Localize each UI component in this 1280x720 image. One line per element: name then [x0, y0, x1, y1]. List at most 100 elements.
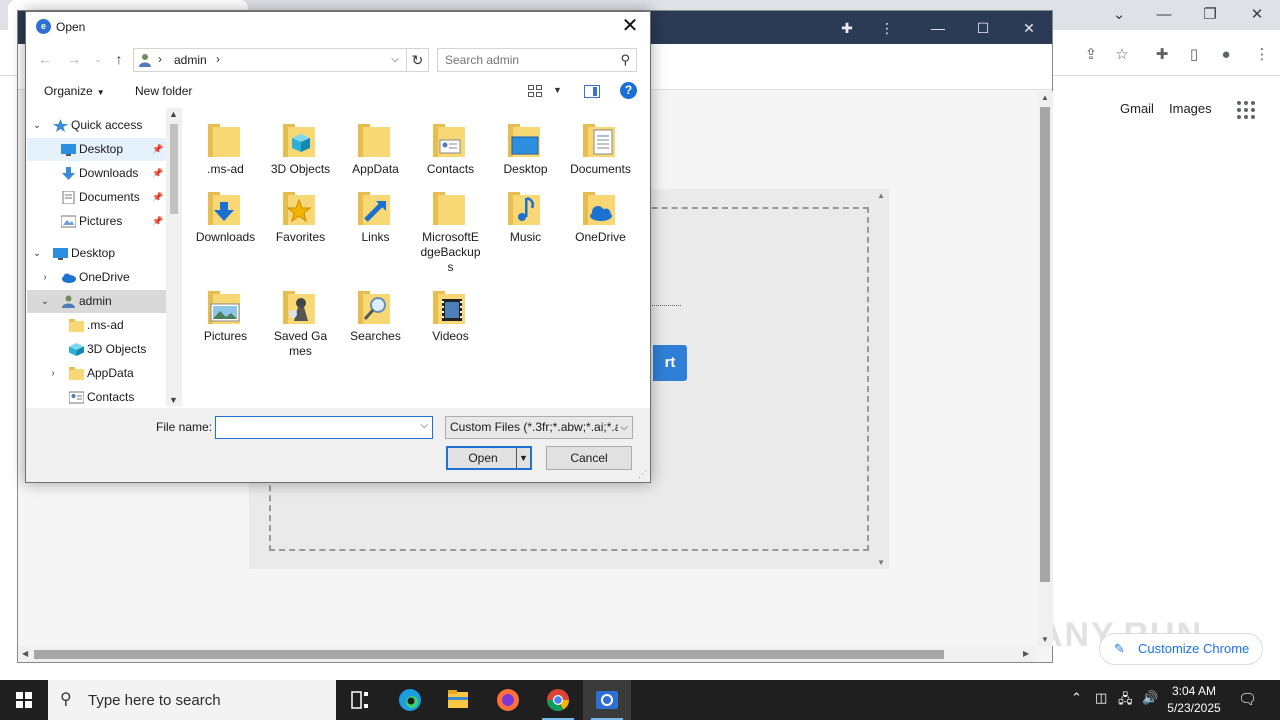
task-view-button[interactable]	[336, 680, 384, 720]
search-box[interactable]: ⚲	[437, 48, 637, 72]
file-item[interactable]: .ms-ad	[188, 120, 263, 177]
bookmark-star-icon[interactable]: ☆	[1111, 44, 1133, 66]
expand-chevron-icon[interactable]: ›	[47, 362, 59, 385]
firefox-taskbar-button[interactable]	[484, 680, 532, 720]
panel-scroll-up-icon[interactable]: ▲	[877, 191, 885, 200]
page-close-icon[interactable]: ✕	[1018, 17, 1040, 39]
file-item[interactable]: Searches	[338, 287, 413, 344]
file-item[interactable]: Videos	[413, 287, 488, 344]
nav-tree-item[interactable]: ⌄ Quick access	[27, 114, 166, 137]
page-minimize-icon[interactable]: —	[927, 17, 949, 39]
dialog-close-icon[interactable]: ✕	[618, 15, 642, 39]
refresh-icon[interactable]: ↻	[406, 49, 428, 71]
nav-tree-item[interactable]: Documents 📌	[27, 186, 166, 209]
meet-now-icon[interactable]: ◫	[1095, 690, 1107, 706]
share-icon[interactable]: ⇪	[1080, 44, 1102, 66]
resize-grip-icon[interactable]: ⋰	[638, 469, 647, 480]
file-name-dropdown-icon[interactable]: ⌵	[420, 420, 428, 431]
open-app-taskbar-button[interactable]	[583, 680, 631, 720]
open-button[interactable]: Open ▼	[446, 446, 532, 470]
nav-tree-item[interactable]: Contacts	[27, 386, 166, 406]
chrome-restore-icon[interactable]: ❐	[1197, 4, 1223, 26]
scroll-up-icon[interactable]: ▲	[169, 109, 178, 119]
expand-chevron-icon[interactable]: ⌄	[31, 242, 43, 265]
open-split-dropdown-icon[interactable]: ▼	[516, 448, 530, 468]
nav-tree-item[interactable]: Desktop 📌	[27, 138, 166, 161]
google-apps-icon[interactable]	[1237, 101, 1255, 119]
file-item[interactable]: Documents	[563, 120, 638, 177]
recent-locations-chevron-icon[interactable]: ⌄	[89, 49, 107, 69]
expand-chevron-icon[interactable]: ⌄	[39, 290, 51, 313]
page-menu-icon[interactable]: ⋮	[876, 17, 898, 39]
cancel-button[interactable]: Cancel	[546, 446, 632, 470]
file-item[interactable]: Saved Games	[263, 287, 338, 359]
edge-taskbar-button[interactable]	[386, 680, 434, 720]
start-button[interactable]	[0, 680, 48, 720]
breadcrumb-chevron-icon[interactable]: ›	[158, 52, 162, 66]
file-name-input[interactable]	[216, 417, 412, 438]
page-maximize-icon[interactable]: ☐	[972, 17, 994, 39]
file-item[interactable]: AppData	[338, 120, 413, 177]
file-item[interactable]: Favorites	[263, 188, 338, 245]
system-clock[interactable]: 3:04 AM 5/23/2025	[1158, 683, 1230, 717]
preview-pane-icon[interactable]	[584, 85, 600, 98]
expand-chevron-icon[interactable]: ›	[39, 266, 51, 289]
forward-arrow-icon[interactable]: →	[65, 49, 83, 69]
help-icon[interactable]: ?	[620, 82, 637, 99]
breadcrumb-admin[interactable]: admin	[174, 53, 207, 67]
scrollbar-thumb[interactable]	[1040, 107, 1050, 582]
profile-avatar-icon[interactable]: ●	[1215, 44, 1237, 66]
chrome-minimize-icon[interactable]: —	[1151, 4, 1177, 26]
file-item[interactable]: MicrosoftEdgeBackups	[413, 188, 488, 275]
file-item[interactable]: Links	[338, 188, 413, 245]
search-input[interactable]	[438, 49, 614, 71]
chrome-taskbar-button[interactable]	[534, 680, 582, 720]
nav-tree-item[interactable]: 3D Objects	[27, 338, 166, 361]
scroll-left-icon[interactable]: ◀	[22, 649, 28, 658]
file-item[interactable]: 3D Objects	[263, 120, 338, 177]
file-name-combobox[interactable]: ⌵	[215, 416, 433, 439]
file-item[interactable]: Downloads	[188, 188, 263, 245]
chrome-menu-icon[interactable]: ⋮	[1251, 44, 1273, 66]
nav-tree-item[interactable]: .ms-ad	[27, 314, 166, 337]
file-explorer-taskbar-button[interactable]	[434, 680, 482, 720]
file-item[interactable]: Music	[488, 188, 563, 245]
page-extensions-icon[interactable]: ✚	[836, 17, 858, 39]
show-hidden-icons-chevron-icon[interactable]: ⌃	[1071, 690, 1082, 706]
address-breadcrumb[interactable]: › admin › ⌵ ↻	[133, 48, 429, 72]
network-icon[interactable]: 🖧	[1118, 690, 1133, 712]
breadcrumb-chevron-icon[interactable]: ›	[216, 52, 220, 66]
nav-tree-item[interactable]: ⌄ admin	[27, 290, 166, 313]
change-view-icon[interactable]	[528, 85, 542, 97]
file-item[interactable]: Contacts	[413, 120, 488, 177]
volume-icon[interactable]: 🔊	[1142, 690, 1158, 706]
search-icon[interactable]: ⚲	[620, 52, 630, 68]
start-button[interactable]: rt	[653, 345, 687, 381]
images-link[interactable]: Images	[1169, 101, 1212, 116]
scroll-up-icon[interactable]: ▲	[1041, 93, 1049, 102]
scroll-down-icon[interactable]: ▼	[169, 395, 178, 405]
scroll-right-icon[interactable]: ▶	[1023, 649, 1029, 658]
extensions-puzzle-icon[interactable]: ✚	[1151, 44, 1173, 66]
file-item[interactable]: OneDrive	[563, 188, 638, 245]
notifications-icon[interactable]: 🗨	[1238, 690, 1257, 708]
file-item[interactable]: Desktop	[488, 120, 563, 177]
expand-chevron-icon[interactable]: ⌄	[31, 114, 43, 137]
customize-chrome-button[interactable]: ✎ Customize Chrome	[1099, 633, 1263, 665]
up-arrow-icon[interactable]: ↑	[110, 49, 128, 69]
nav-tree-item[interactable]: › OneDrive	[27, 266, 166, 289]
side-panel-icon[interactable]: ▯	[1183, 44, 1205, 66]
new-folder-button[interactable]: New folder	[135, 84, 192, 98]
panel-scroll-down-icon[interactable]: ▼	[877, 558, 885, 567]
gmail-link[interactable]: Gmail	[1120, 101, 1154, 116]
file-type-select[interactable]: Custom Files (*.3fr;*.abw;*.ai;*.a ⌵	[445, 416, 633, 439]
back-arrow-icon[interactable]: ←	[36, 49, 54, 69]
nav-tree-item[interactable]: Downloads 📌	[27, 162, 166, 185]
organize-menu[interactable]: Organize ▼	[44, 84, 105, 98]
nav-tree-item[interactable]: ⌄ Desktop	[27, 242, 166, 265]
nav-tree-item[interactable]: › AppData	[27, 362, 166, 385]
chrome-tab-search-icon[interactable]: ⌄	[1106, 4, 1132, 26]
scroll-down-icon[interactable]: ▼	[1041, 635, 1049, 644]
nav-tree-item[interactable]: Pictures 📌	[27, 210, 166, 233]
chrome-close-icon[interactable]: ✕	[1244, 4, 1270, 26]
